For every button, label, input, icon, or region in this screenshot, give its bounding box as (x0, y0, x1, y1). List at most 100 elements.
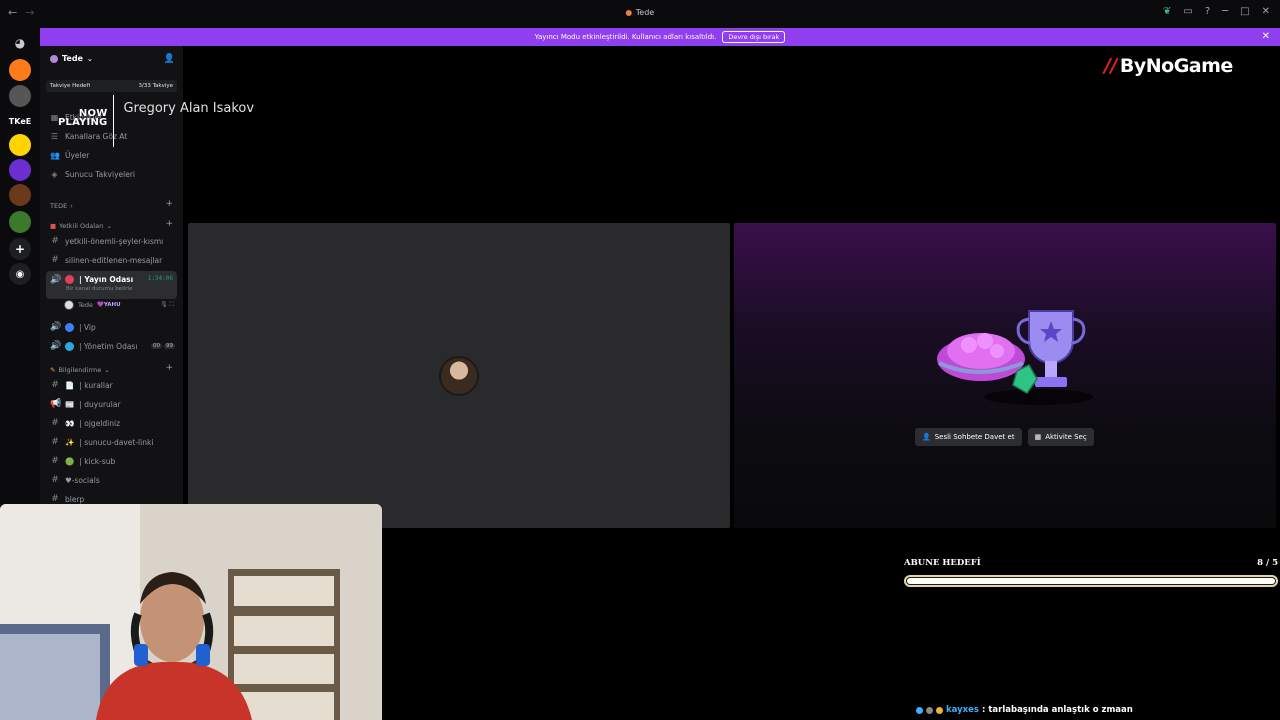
user-limit-badges: 00 99 (151, 343, 175, 349)
chat-message: kayxes : tarlabaşında anlaştık o zmaan (916, 705, 1133, 715)
voice-user-tile[interactable] (188, 223, 730, 528)
channel-name: silinen-editlenen-mesajlar (65, 255, 163, 265)
server-icon (625, 9, 632, 16)
badge-icon (936, 706, 943, 714)
sidebar-item-members[interactable]: 👥 Üyeler (50, 151, 89, 160)
channel-invite-link[interactable]: # ✨ | sunucu-davet-linki (50, 437, 175, 447)
sub-goal-progress-fill (907, 578, 1275, 584)
channel-name: | Vip (79, 322, 96, 332)
server-icon-5[interactable] (9, 159, 31, 181)
channel-timer: 1:34:06 (147, 275, 173, 282)
channel-deleted-messages[interactable]: # silinen-editlenen-mesajlar (50, 255, 175, 265)
server-icon-6[interactable] (9, 184, 31, 206)
choose-activity-button[interactable]: ▦ Aktivite Seç (1027, 428, 1094, 446)
now-playing-line2: PLAYING (58, 117, 108, 128)
webcam-feed (0, 504, 382, 720)
back-button[interactable]: ← (8, 6, 17, 19)
discover-icon[interactable]: ◉ (9, 263, 31, 285)
server-label: TKeE (8, 116, 32, 126)
add-server-icon[interactable]: + (9, 238, 31, 260)
discord-home-icon[interactable]: ◕ (9, 32, 31, 54)
megaphone-icon: 📢 (50, 399, 62, 409)
add-channel-icon[interactable]: + (165, 199, 173, 209)
channel-name: blerp (65, 494, 85, 504)
sidebar-item-server-boosts[interactable]: ◈ Sunucu Takviyeleri (50, 170, 135, 179)
badge: 99 (164, 343, 175, 349)
channel-announcements[interactable]: 📢 📰 | duyurular (50, 399, 175, 409)
trophy-illustration (937, 310, 1094, 405)
channel-staff-important[interactable]: # yetkili-önemli-şeyler-kısmı (50, 236, 175, 246)
window-title-text: Tede (635, 8, 655, 17)
channel-welcome[interactable]: # 👀 | ojgeldiniz (50, 418, 175, 428)
close-banner-icon[interactable]: ✕ (1262, 31, 1270, 42)
banner-message: Yayıncı Modu etkinleştirildi. Kullanıcı … (534, 33, 717, 41)
activity-buttons: 👤 Sesli Sohbete Davet et ▦ Aktivite Seç (915, 428, 1094, 446)
channel-live-stream-room[interactable]: 🔊 | Yayın Odası 1:34:06 Bir kanal durumu… (46, 271, 177, 299)
chevron-right-icon: › (70, 202, 73, 210)
hash-icon: # (51, 255, 59, 265)
channel-name: | ojgeldiniz (79, 418, 121, 428)
speaker-icon: 🔊 (50, 275, 62, 285)
voice-user-tag: 💜YAHU (97, 302, 121, 308)
voice-user-name: Tede (78, 301, 93, 309)
boost-goal[interactable]: Takviye Hedefi 3/33 Takviye (46, 80, 177, 92)
sidebar-item-label: Üyeler (65, 151, 90, 160)
inbox-icon[interactable]: ▭ (1183, 6, 1192, 17)
channel-rules[interactable]: # 📄 | kurallar (50, 380, 175, 390)
add-channel-icon[interactable]: + (165, 363, 173, 373)
update-leaf-icon[interactable]: ❦ (1163, 6, 1171, 17)
server-icon-4[interactable] (9, 134, 31, 156)
category-tede[interactable]: TEDE › (50, 202, 73, 210)
channel-status[interactable]: Bir kanal durumu belirle (66, 286, 132, 292)
channel-vip[interactable]: 🔊 | Vip (50, 322, 175, 332)
now-playing-song: Gregory Alan Isakov (123, 101, 255, 116)
channel-management-room[interactable]: 🔊 | Yönetim Odası 00 99 (50, 341, 175, 351)
sub-goal-count: 8 / 5 (1257, 558, 1278, 568)
channel-blerp[interactable]: # blerp (50, 494, 175, 504)
red-circle-icon (65, 275, 74, 284)
bynogame-logo: ∕∕ ByNoGame (1104, 55, 1233, 77)
boost-icon: ◈ (51, 170, 58, 179)
server-name-header[interactable]: Tede ⌄ (50, 54, 93, 63)
server-icon-1[interactable] (9, 59, 31, 81)
activity-grid-icon: ▦ (1034, 433, 1042, 441)
mute-deafen-icons: 🎙 ⛶ (160, 301, 174, 308)
button-label: Aktivite Seç (1045, 433, 1087, 441)
badge-icon (926, 706, 933, 714)
channel-name: | duyurular (79, 399, 121, 409)
chevron-down-icon: ⌄ (86, 54, 93, 63)
channel-name: ♥-socials (65, 475, 100, 485)
category-info[interactable]: ✎ Bilgilendirme ⌄ (50, 366, 110, 374)
activity-tile[interactable]: 👤 Sesli Sohbete Davet et ▦ Aktivite Seç (734, 223, 1276, 528)
channel-kick-sub[interactable]: # 🟢 | kick-sub (50, 456, 175, 466)
bynogame-logo-icon: ∕∕ (1104, 55, 1117, 77)
streamer-mode-banner: Yayıncı Modu etkinleştirildi. Kullanıcı … (40, 28, 1280, 46)
maximize-icon[interactable]: □ (1240, 6, 1249, 17)
server-icon-7[interactable] (9, 211, 31, 233)
minimize-icon[interactable]: ─ (1222, 6, 1228, 17)
members-icon: 👥 (50, 151, 60, 160)
server-icon-2[interactable] (9, 85, 31, 107)
help-icon[interactable]: ? (1205, 6, 1210, 17)
badge-icon (916, 706, 923, 714)
forward-button[interactable]: → (25, 6, 34, 19)
channel-name: | kurallar (79, 380, 113, 390)
server-avatar (50, 54, 58, 63)
channel-socials[interactable]: # ♥-socials (50, 475, 175, 485)
channel-name: | kick-sub (79, 456, 116, 466)
boost-goal-progress: 3/33 Takviye (138, 83, 173, 89)
hash-icon: # (51, 475, 59, 485)
globe-icon (65, 341, 74, 351)
disable-streamer-mode-button[interactable]: Devre dışı bırak (722, 31, 786, 43)
close-icon[interactable]: ✕ (1262, 6, 1270, 17)
invite-people-icon[interactable]: 👤 (164, 54, 175, 64)
sidebar-item-label: Sunucu Takviyeleri (65, 170, 136, 179)
invite-to-voice-button[interactable]: 👤 Sesli Sohbete Davet et (915, 428, 1022, 446)
server-icon-3[interactable]: TKeE (9, 110, 31, 132)
chat-text: : tarlabaşında anlaştık o zmaan (981, 705, 1133, 715)
hash-icon: # (51, 236, 59, 246)
voice-user[interactable]: Tede 💜YAHU 🎙 ⛶ (64, 300, 174, 310)
category-staff[interactable]: ■ Yetkili Odaları ⌄ (50, 222, 112, 230)
add-channel-icon[interactable]: + (165, 219, 173, 229)
hash-icon: # (51, 494, 59, 504)
